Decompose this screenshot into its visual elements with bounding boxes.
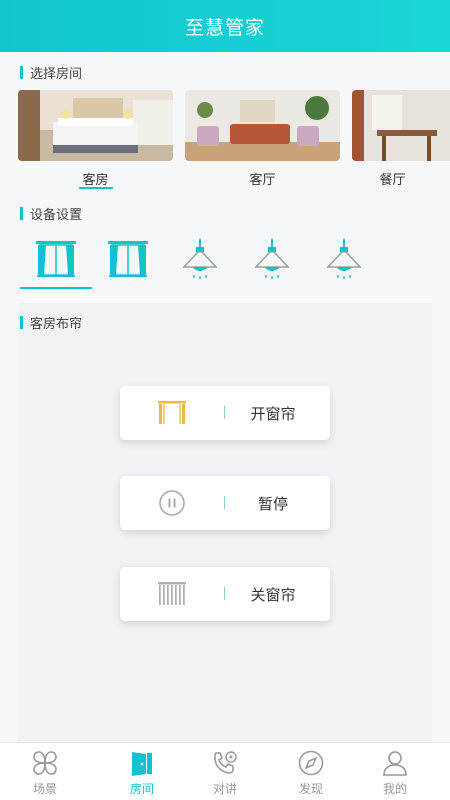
tab-intercom[interactable]: 对讲 [180, 743, 270, 800]
room-door-icon [132, 752, 152, 776]
bottom-tab-bar: 场景 房间 对讲 发现 我的 [0, 742, 450, 800]
close-curtain-button[interactable]: 关窗帘 [120, 567, 330, 621]
room-card-guest[interactable]: 客房 [18, 90, 173, 189]
pendant-lamp-icon [326, 239, 362, 279]
device-lamp-3[interactable] [308, 230, 380, 288]
open-curtain-label: 开窗帘 [250, 405, 296, 423]
room-name: 客房 [82, 173, 109, 188]
device-lamp-1[interactable] [164, 230, 236, 288]
device-selected-underline [20, 287, 92, 289]
device-curtain-1[interactable] [20, 230, 92, 288]
user-icon [383, 751, 407, 776]
devices-section-title: 设备设置 [20, 204, 82, 223]
tab-label: 对讲 [212, 782, 237, 796]
app-title: 至慧管家 [184, 16, 265, 39]
room-photo [18, 90, 173, 161]
curtain-open-icon [158, 401, 186, 424]
room-card-dining[interactable]: 餐厅 [352, 90, 450, 188]
room-carousel[interactable]: 客房 客厅 餐厅 [0, 90, 450, 190]
rooms-section-label: 选择房间 [30, 67, 83, 82]
room-card-living[interactable]: 客厅 [185, 90, 340, 188]
separator [224, 587, 225, 600]
device-selector[interactable] [0, 230, 450, 292]
rooms-section-title: 选择房间 [20, 63, 82, 82]
curtain-icon [36, 241, 76, 277]
tab-scene[interactable]: 场景 [0, 743, 90, 800]
curtain-icon [108, 241, 148, 277]
room-photo [185, 90, 340, 161]
room-photo [352, 90, 450, 161]
panel-section-title: 客房布帘 [20, 313, 82, 332]
pendant-lamp-icon [254, 239, 290, 279]
tab-label: 发现 [298, 782, 323, 796]
device-lamp-2[interactable] [236, 230, 308, 288]
compass-icon [298, 750, 324, 776]
section-marker [20, 207, 23, 220]
pendant-lamp-icon [182, 239, 218, 279]
tab-discover[interactable]: 发现 [266, 743, 356, 800]
intercom-phone-icon [214, 751, 237, 774]
tab-label: 我的 [382, 782, 407, 796]
close-curtain-label: 关窗帘 [250, 586, 296, 604]
app-header: 至慧管家 [0, 0, 450, 52]
section-marker [20, 316, 23, 329]
device-curtain-2[interactable] [92, 230, 164, 288]
curtain-closed-icon [158, 582, 186, 605]
tab-label: 场景 [32, 782, 57, 796]
tab-label: 房间 [129, 782, 154, 796]
pause-icon [159, 490, 185, 516]
room-name: 餐厅 [379, 173, 406, 188]
devices-section-label: 设备设置 [30, 208, 83, 223]
room-selected-underline [79, 187, 113, 189]
tab-room[interactable]: 房间 [97, 743, 187, 800]
separator [224, 406, 225, 419]
tab-mine[interactable]: 我的 [350, 743, 440, 800]
open-curtain-button[interactable]: 开窗帘 [120, 386, 330, 440]
separator [224, 496, 225, 509]
pause-button[interactable]: 暂停 [120, 476, 330, 530]
pause-label: 暂停 [257, 495, 288, 513]
scene-icon [33, 751, 57, 775]
section-marker [20, 66, 23, 79]
panel-title: 客房布帘 [30, 317, 83, 332]
